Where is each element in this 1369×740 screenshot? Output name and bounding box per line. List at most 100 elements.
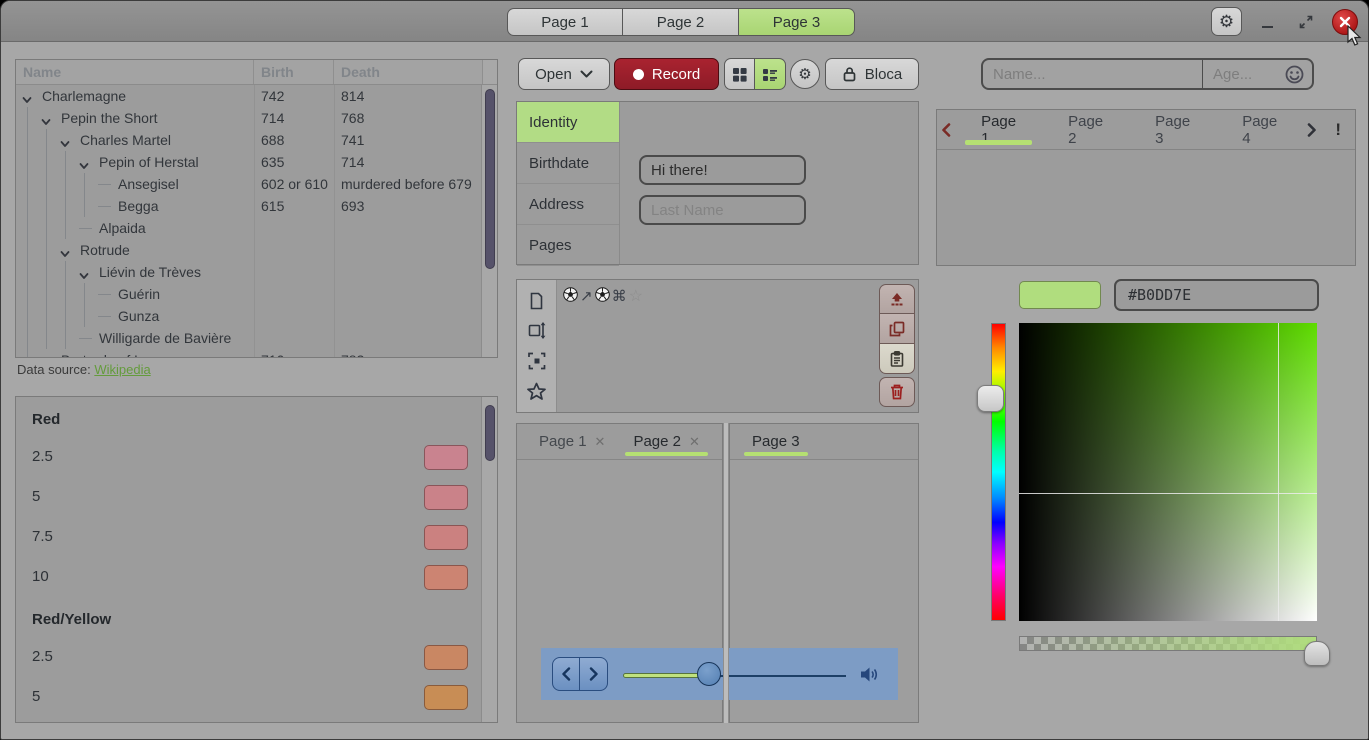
first-name-field[interactable] [639,155,806,185]
soccer-ball-icon [563,287,578,306]
lock-button[interactable]: Bloca [825,58,919,90]
resize-icon[interactable] [528,322,546,339]
window-controls: ⚙ [1211,1,1358,42]
tree-cell-death: 814 [341,85,364,107]
emoji-picker-icon[interactable] [1285,65,1304,84]
maximize-button[interactable] [1294,10,1318,34]
alpha-slider-handle[interactable] [1304,641,1330,666]
record-button-label: Record [652,66,700,83]
grid-view-toggle[interactable] [724,58,755,90]
expander-icon[interactable] [59,138,71,150]
tree-row-gu-rin[interactable]: Guérin [16,283,481,305]
wikipedia-link[interactable]: Wikipedia [94,362,150,377]
upload-button[interactable] [879,284,915,314]
scale-item-red-yellow-5[interactable]: 5 [16,677,481,717]
seek-slider-handle[interactable] [697,662,721,686]
name-input[interactable] [983,60,1202,88]
tree-row-alpaida[interactable]: Alpaida [16,217,481,239]
sv-crosshair-horizontal [1019,493,1317,494]
tree-scrollbar-thumb[interactable] [485,89,495,269]
next-button[interactable] [580,657,608,691]
color-swatch[interactable] [1019,281,1101,309]
hue-slider-handle[interactable] [977,385,1004,412]
expander-icon[interactable] [40,116,52,128]
column-header-birth[interactable]: Birth [254,60,334,84]
expander-icon[interactable] [78,160,90,172]
tree-cell-name: Begga [118,195,158,217]
tree-row-pepin-of-herstal[interactable]: Pepin of Herstal635714 [16,151,481,173]
delete-button[interactable] [879,377,915,407]
expander-icon[interactable] [59,248,71,260]
paste-button[interactable] [879,344,915,374]
scale-item-red-10[interactable]: 10 [16,557,481,597]
tab-close-icon[interactable]: ✕ [595,434,606,450]
scale-item-red-yellow-2-5[interactable]: 2.5 [16,637,481,677]
right-notebook-tab-page-2[interactable]: Page 2 [1056,110,1115,149]
scale-item-red-yellow-7-5[interactable]: 7.5 [16,717,481,722]
list-view-toggle[interactable] [755,58,786,90]
tree-row-rotrude[interactable]: Rotrude [16,239,481,261]
open-button[interactable]: Open [518,58,610,90]
maximize-icon [1299,15,1313,29]
toolbar-settings-button[interactable]: ⚙ [790,59,820,89]
sidebar-item-birthdate[interactable]: Birthdate [517,143,619,184]
minimize-button[interactable] [1256,10,1280,34]
tab-action-button[interactable]: ! [1321,120,1355,140]
alpha-slider[interactable] [1019,636,1317,651]
volume-icon[interactable] [860,666,879,683]
tab-page-2[interactable]: Page 2✕ [619,424,713,459]
column-header-death[interactable]: Death [334,60,483,84]
titlebar-tab-page-3[interactable]: Page 3 [739,8,855,36]
sidebar-item-address[interactable]: Address [517,184,619,225]
focus-select-icon[interactable] [528,352,546,370]
identity-form-panel: IdentityBirthdateAddressPages [516,101,919,265]
text-canvas[interactable]: ↗⌘☆ [563,286,643,306]
record-button[interactable]: Record [614,58,719,90]
titlebar[interactable]: Page 1Page 2Page 3 ⚙ [1,1,1368,42]
color-list-scrollbar-thumb[interactable] [485,405,495,461]
last-name-field[interactable] [639,195,806,225]
sidebar-item-identity[interactable]: Identity [517,102,619,143]
saturation-value-area[interactable] [1019,323,1317,621]
tab-page-3[interactable]: Page 3 [738,424,814,459]
titlebar-tab-page-2[interactable]: Page 2 [623,8,739,36]
scale-item-red-5[interactable]: 5 [16,477,481,517]
scale-item-swatch [424,565,468,590]
tree-row-charlemagne[interactable]: Charlemagne742814 [16,85,481,107]
previous-button[interactable] [552,657,580,691]
tree-row-ansegisel[interactable]: Ansegisel602 or 610murdered before 679 [16,173,481,195]
tree-row-charles-martel[interactable]: Charles Martel688741 [16,129,481,151]
tree-scrollbar[interactable] [481,85,497,357]
right-notebook-tab-page-3[interactable]: Page 3 [1143,110,1202,149]
tree-cell-birth: 635 [261,151,284,173]
copy-button[interactable] [879,314,915,344]
tree-row-bertrade-of-laon[interactable]: Bertrade of Laon710783 [16,349,481,357]
titlebar-tab-page-1[interactable]: Page 1 [507,8,623,36]
tree-row-gunza[interactable]: Gunza [16,305,481,327]
color-list-scrollbar[interactable] [481,397,497,722]
expander-icon[interactable] [21,94,33,106]
scale-item-red-7-5[interactable]: 7.5 [16,517,481,557]
titlebar-settings-button[interactable]: ⚙ [1211,7,1242,36]
sidebar-item-pages[interactable]: Pages [517,225,619,266]
scale-item-red-2-5[interactable]: 2.5 [16,437,481,477]
tree-row-pepin-the-short[interactable]: Pepin the Short714768 [16,107,481,129]
tree-guide-line [46,305,47,327]
column-header-name[interactable]: Name [16,60,254,84]
tree-guide-line [84,173,85,195]
new-document-icon[interactable] [528,292,545,310]
tree-row-li-vin-de-tr-ves[interactable]: Liévin de Trèves [16,261,481,283]
tab-close-icon[interactable]: ✕ [689,434,700,450]
star-icon[interactable] [527,382,546,400]
hex-color-input[interactable] [1114,279,1319,311]
tree-row-willigarde-de-bavi-re[interactable]: Willigarde de Bavière [16,327,481,349]
pane-divider-handle[interactable] [723,423,729,723]
tree-row-begga[interactable]: Begga615693 [16,195,481,217]
tabs-scroll-right-button[interactable] [1303,123,1321,137]
expander-icon[interactable] [78,270,90,282]
right-notebook-tab-page-4[interactable]: Page 4 [1230,110,1289,149]
tab-page-1[interactable]: Page 1✕ [525,424,619,459]
hue-slider[interactable] [991,323,1006,621]
tabs-scroll-left-button[interactable] [937,123,955,137]
right-notebook-tab-page-1[interactable]: Page 1 [969,110,1028,149]
